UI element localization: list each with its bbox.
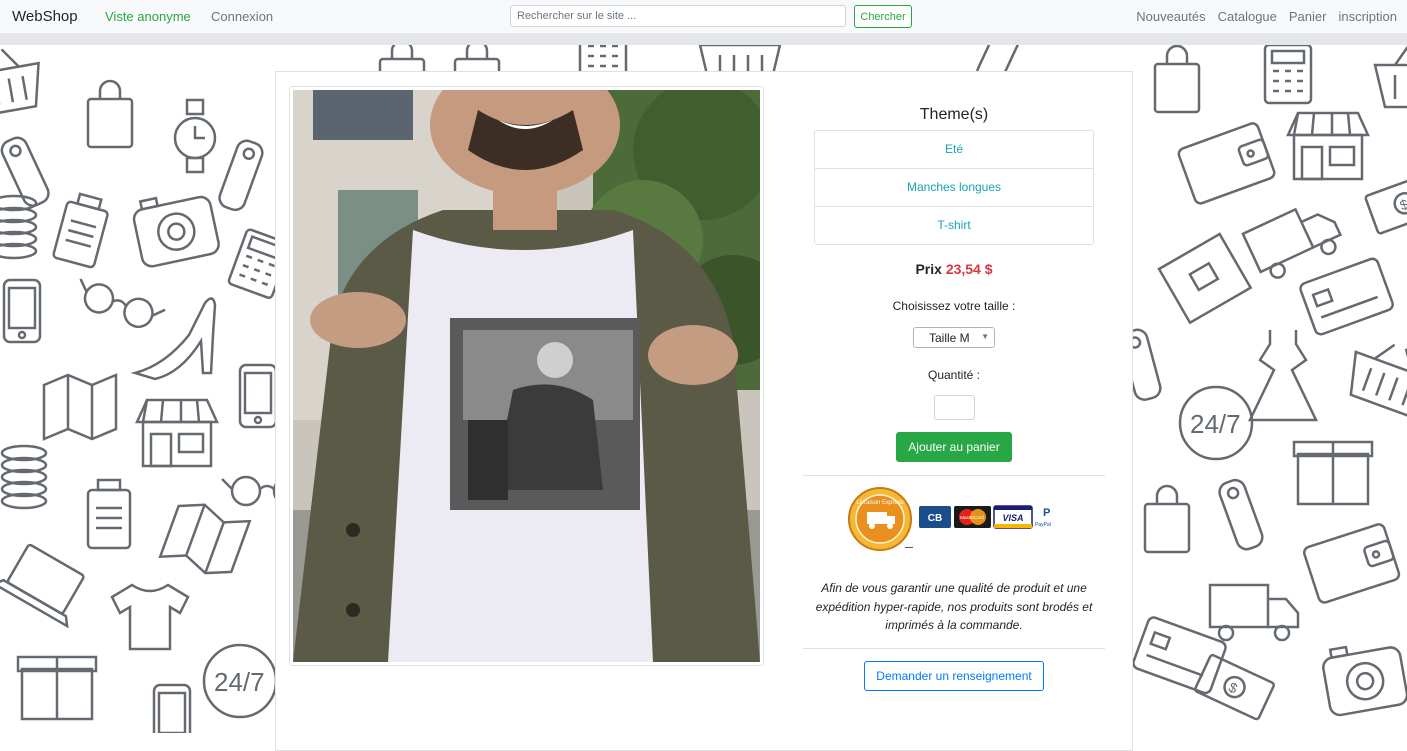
payment-badges: Livraison Express CB MasterCard VISA P P… <box>803 476 1105 566</box>
theme-item-manches-longues[interactable]: Manches longues <box>815 169 1093 207</box>
anonymous-visit-link[interactable]: Viste anonyme <box>105 9 191 24</box>
price-value: 23,54 $ <box>945 261 993 277</box>
product-details: Theme(s) Eté Manches longues T-shirt Pri… <box>803 100 1105 691</box>
product-photo <box>293 90 760 662</box>
paypal-icon: P PayPal <box>1035 507 1051 528</box>
delivery-seal-icon: Livraison Express <box>848 487 912 551</box>
size-label: Choisissez votre taille : <box>892 299 1016 313</box>
quantity-label: Quantité : <box>927 368 981 382</box>
quantity-input[interactable] <box>933 395 975 420</box>
svg-text:P: P <box>1043 507 1050 519</box>
svg-text:CB: CB <box>928 513 942 524</box>
price-line: Prix 23,54 $ <box>803 261 1105 277</box>
nav-right-links: Nouveautés Catalogue Panier inscription <box>1136 9 1397 24</box>
search-button[interactable]: Chercher <box>854 5 912 28</box>
chevron-down-icon: ▼ <box>981 332 989 341</box>
nav-new-link[interactable]: Nouveautés <box>1136 9 1205 24</box>
mastercard-icon: MasterCard <box>954 506 991 528</box>
price-label: Prix <box>915 261 942 277</box>
brand-logo[interactable]: WebShop <box>12 8 78 25</box>
ask-info-button[interactable]: Demander un renseignement <box>864 660 1044 691</box>
nav-cart-link[interactable]: Panier <box>1289 9 1327 24</box>
login-link[interactable]: Connexion <box>211 9 273 24</box>
nav-signup-link[interactable]: inscription <box>1338 9 1397 24</box>
svg-text:VISA: VISA <box>1002 513 1023 523</box>
svg-text:PayPal: PayPal <box>1035 522 1051 528</box>
top-navbar: WebShop Viste anonyme Connexion Chercher… <box>0 0 1407 34</box>
payment-badges-graphic: Livraison Express CB MasterCard VISA P P… <box>848 487 1051 551</box>
svg-text:MasterCard: MasterCard <box>960 515 984 520</box>
nav-catalog-link[interactable]: Catalogue <box>1218 9 1277 24</box>
theme-item-tshirt[interactable]: T-shirt <box>815 207 1093 244</box>
search-input[interactable] <box>510 5 846 27</box>
navbar-divider <box>0 34 1407 45</box>
divider <box>803 647 1105 649</box>
production-info-text: Afin de vous garantir une qualité de pro… <box>815 581 1093 632</box>
visa-card-icon: VISA <box>993 505 1033 529</box>
theme-item-ete[interactable]: Eté <box>815 131 1093 169</box>
size-select[interactable]: Taille M ▼ <box>913 327 995 348</box>
svg-text:Livraison Express: Livraison Express <box>856 500 903 506</box>
product-image-frame <box>289 86 764 666</box>
themes-list: Eté Manches longues T-shirt <box>814 130 1094 245</box>
size-selected-value: Taille M <box>929 331 970 345</box>
cb-card-icon: CB <box>919 506 951 528</box>
themes-title: Theme(s) <box>919 106 989 123</box>
add-to-cart-button[interactable]: Ajouter au panier <box>896 432 1012 462</box>
